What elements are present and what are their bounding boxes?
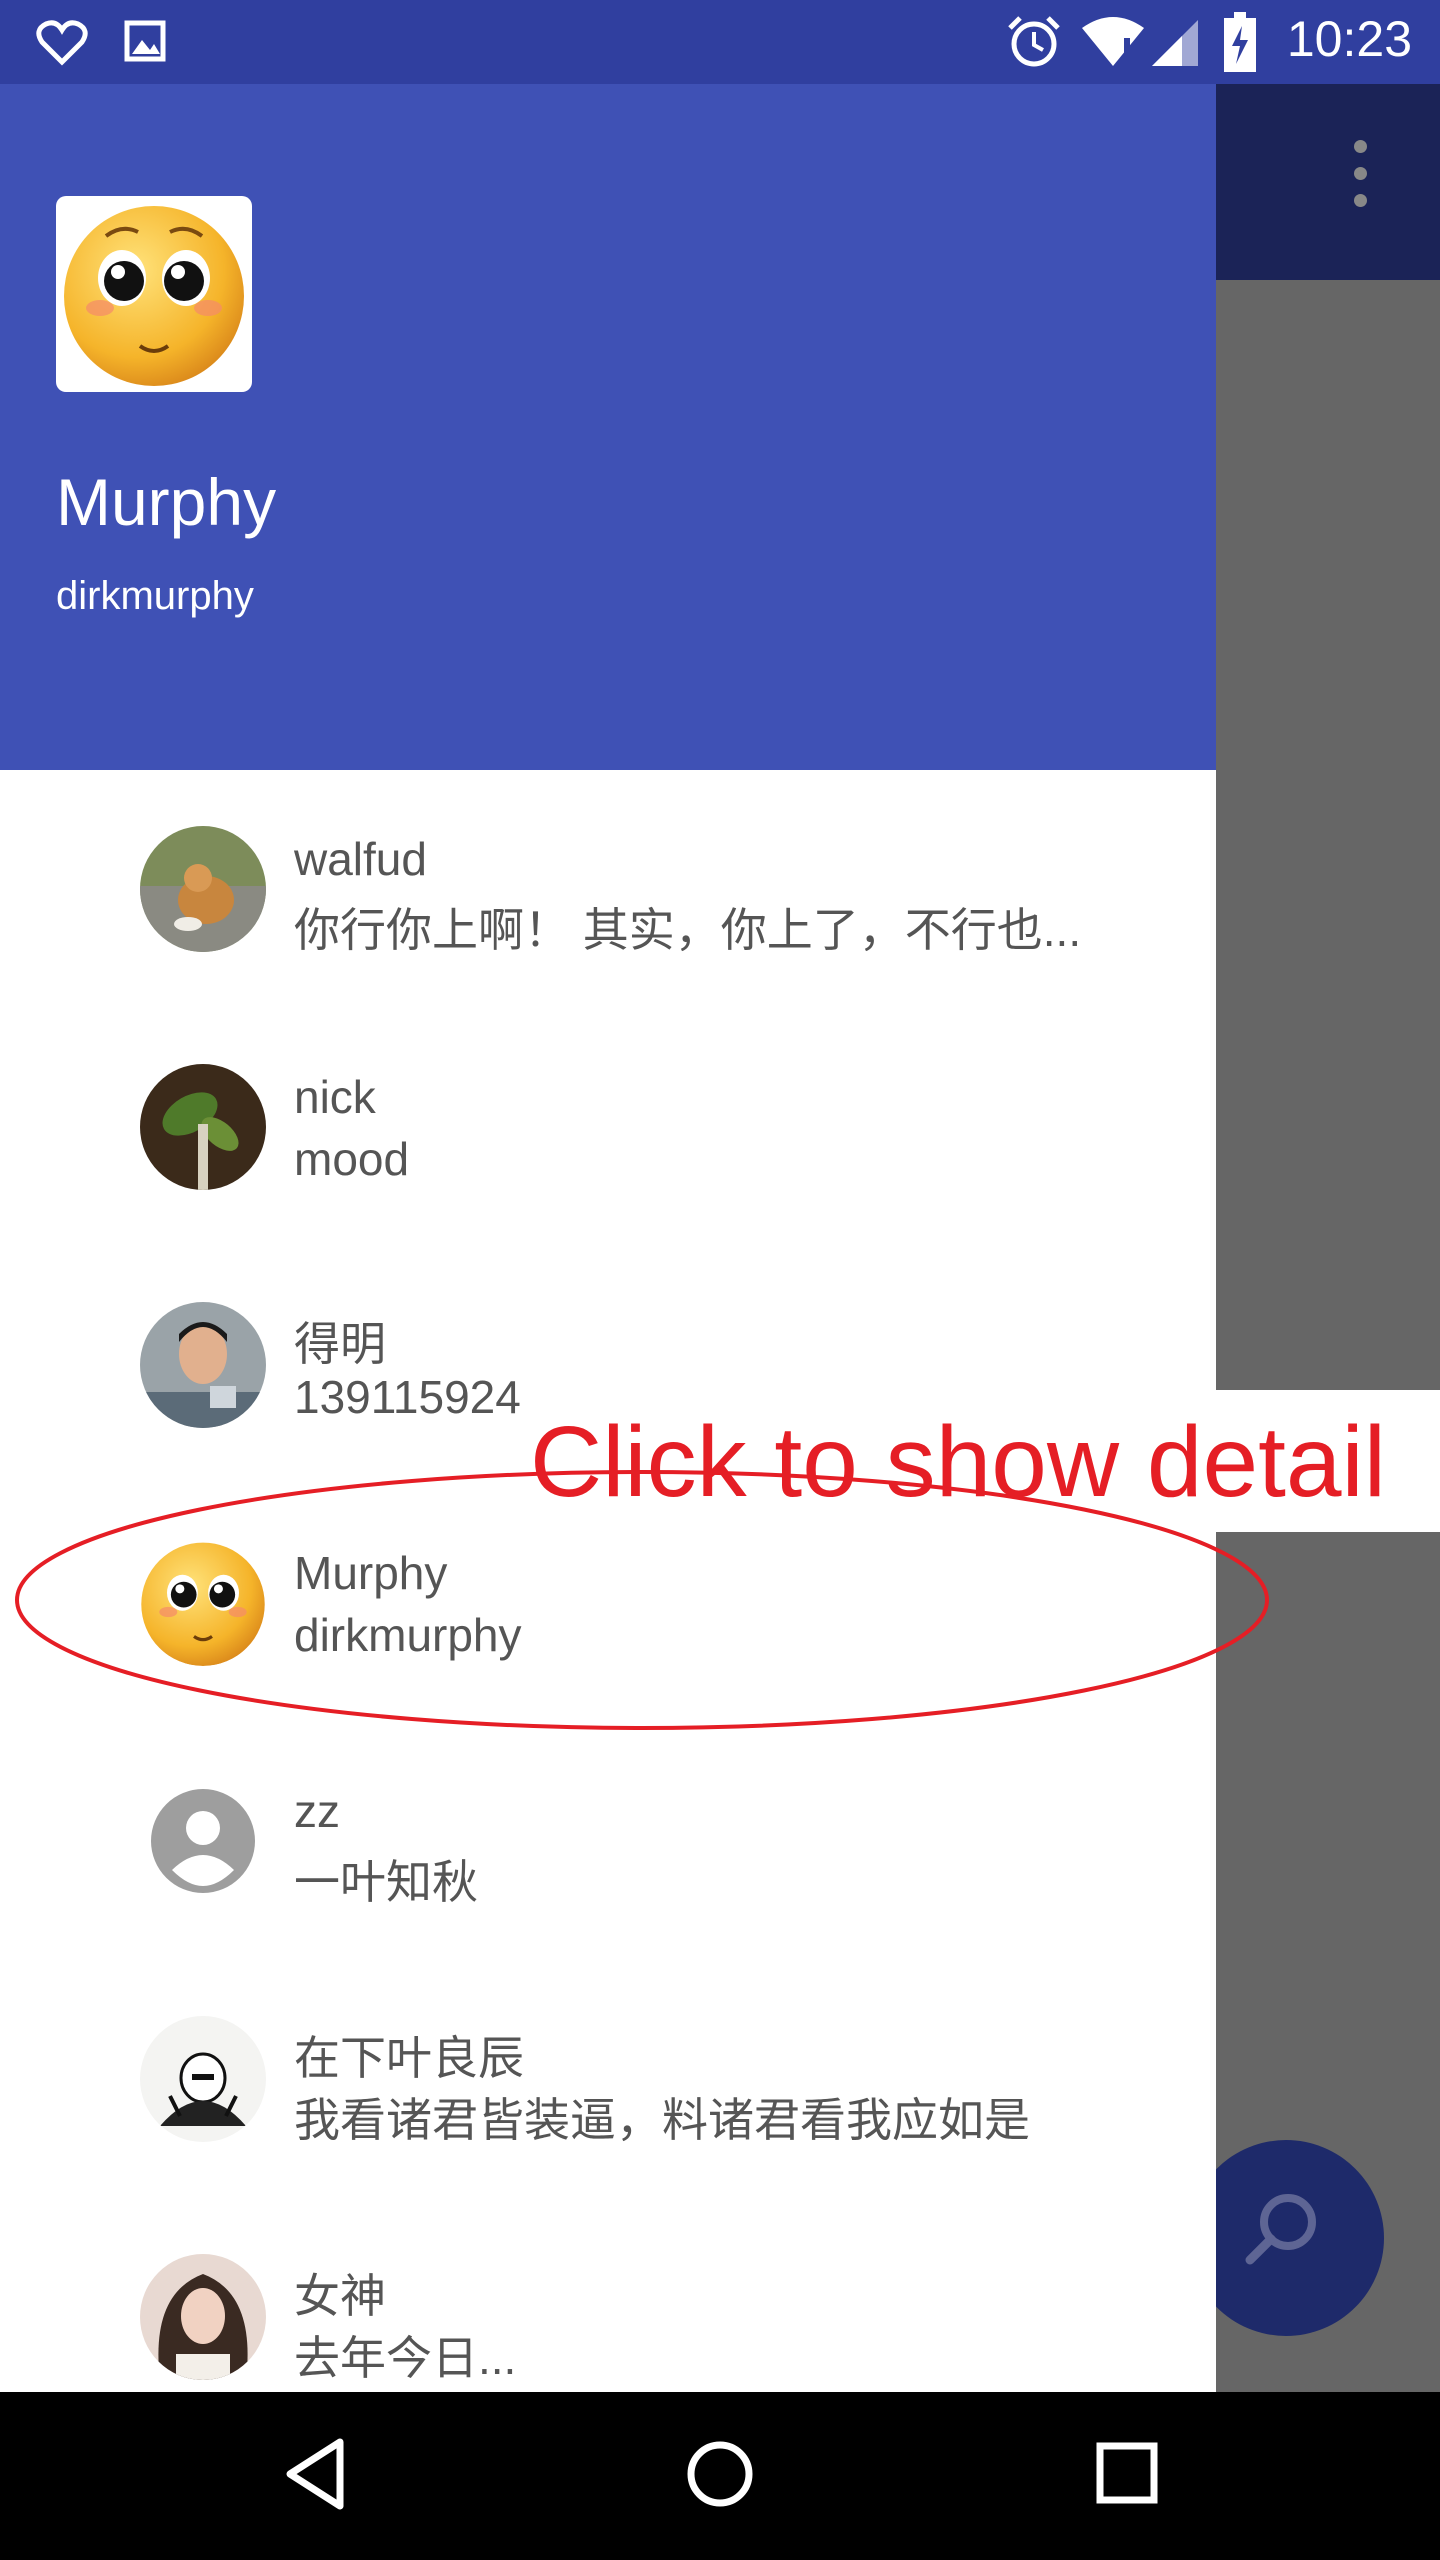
- contact-name: zz: [294, 1785, 340, 1837]
- overflow-menu-icon[interactable]: [1340, 140, 1380, 230]
- contact-row[interactable]: nick mood: [84, 1008, 1216, 1246]
- contact-status: 我看诸君皆装逼，料诸君看我应如是: [294, 2094, 1030, 2146]
- search-icon: [1245, 2194, 1316, 2265]
- contact-avatar: [140, 2254, 266, 2380]
- wifi-icon: [1082, 17, 1144, 66]
- navigation-drawer: Murphy dirkmurphy walfud 你行你上啊！ 其实，你上了，不…: [0, 84, 1216, 2392]
- contact-avatar: [140, 2016, 266, 2142]
- contact-avatar: [140, 826, 266, 952]
- signal-icon: [1152, 20, 1198, 66]
- contact-status: 去年今日...: [294, 2332, 517, 2384]
- alarm-icon: [1008, 16, 1060, 67]
- annotation-label: Click to show detail: [530, 1406, 1386, 1518]
- contact-row[interactable]: walfud 你行你上啊！ 其实，你上了，不行也...: [84, 770, 1216, 1008]
- clock: 10:23: [1286, 11, 1412, 67]
- profile-avatar[interactable]: [56, 196, 252, 392]
- search-fab[interactable]: [1188, 2140, 1384, 2336]
- status-bar: 10:23: [0, 0, 1440, 84]
- contact-name: nick: [294, 1071, 376, 1123]
- contact-avatar: [140, 1064, 266, 1190]
- contact-status: mood: [294, 1133, 410, 1185]
- profile-name: Murphy: [56, 465, 277, 539]
- default-person-icon: [140, 1778, 266, 1904]
- home-icon[interactable]: [684, 2432, 756, 2516]
- contact-name: walfud: [294, 833, 427, 885]
- contact-avatar: [140, 1778, 266, 1904]
- back-icon[interactable]: [280, 2432, 350, 2516]
- navigation-bar: [0, 2392, 1440, 2560]
- image-icon: [124, 20, 166, 62]
- contact-row[interactable]: 女神 去年今日...: [84, 2198, 1216, 2392]
- drawer-header: Murphy dirkmurphy: [0, 84, 1216, 770]
- battery-charging-icon: [1224, 12, 1256, 72]
- heart-icon: [36, 20, 88, 66]
- contact-row[interactable]: 在下叶良辰 我看诸君皆装逼，料诸君看我应如是: [84, 1960, 1216, 2198]
- contact-status: 你行你上啊！ 其实，你上了，不行也...: [294, 904, 1082, 956]
- profile-username: dirkmurphy: [56, 574, 254, 618]
- contact-avatar: [140, 1302, 266, 1428]
- contact-name: 在下叶良辰: [294, 2032, 524, 2084]
- contact-name: 女神: [294, 2270, 386, 2322]
- recents-icon[interactable]: [1092, 2432, 1162, 2516]
- contact-status: 一叶知秋: [294, 1856, 478, 1908]
- contact-status: 139115924: [294, 1371, 521, 1423]
- contact-name: 得明: [294, 1318, 386, 1370]
